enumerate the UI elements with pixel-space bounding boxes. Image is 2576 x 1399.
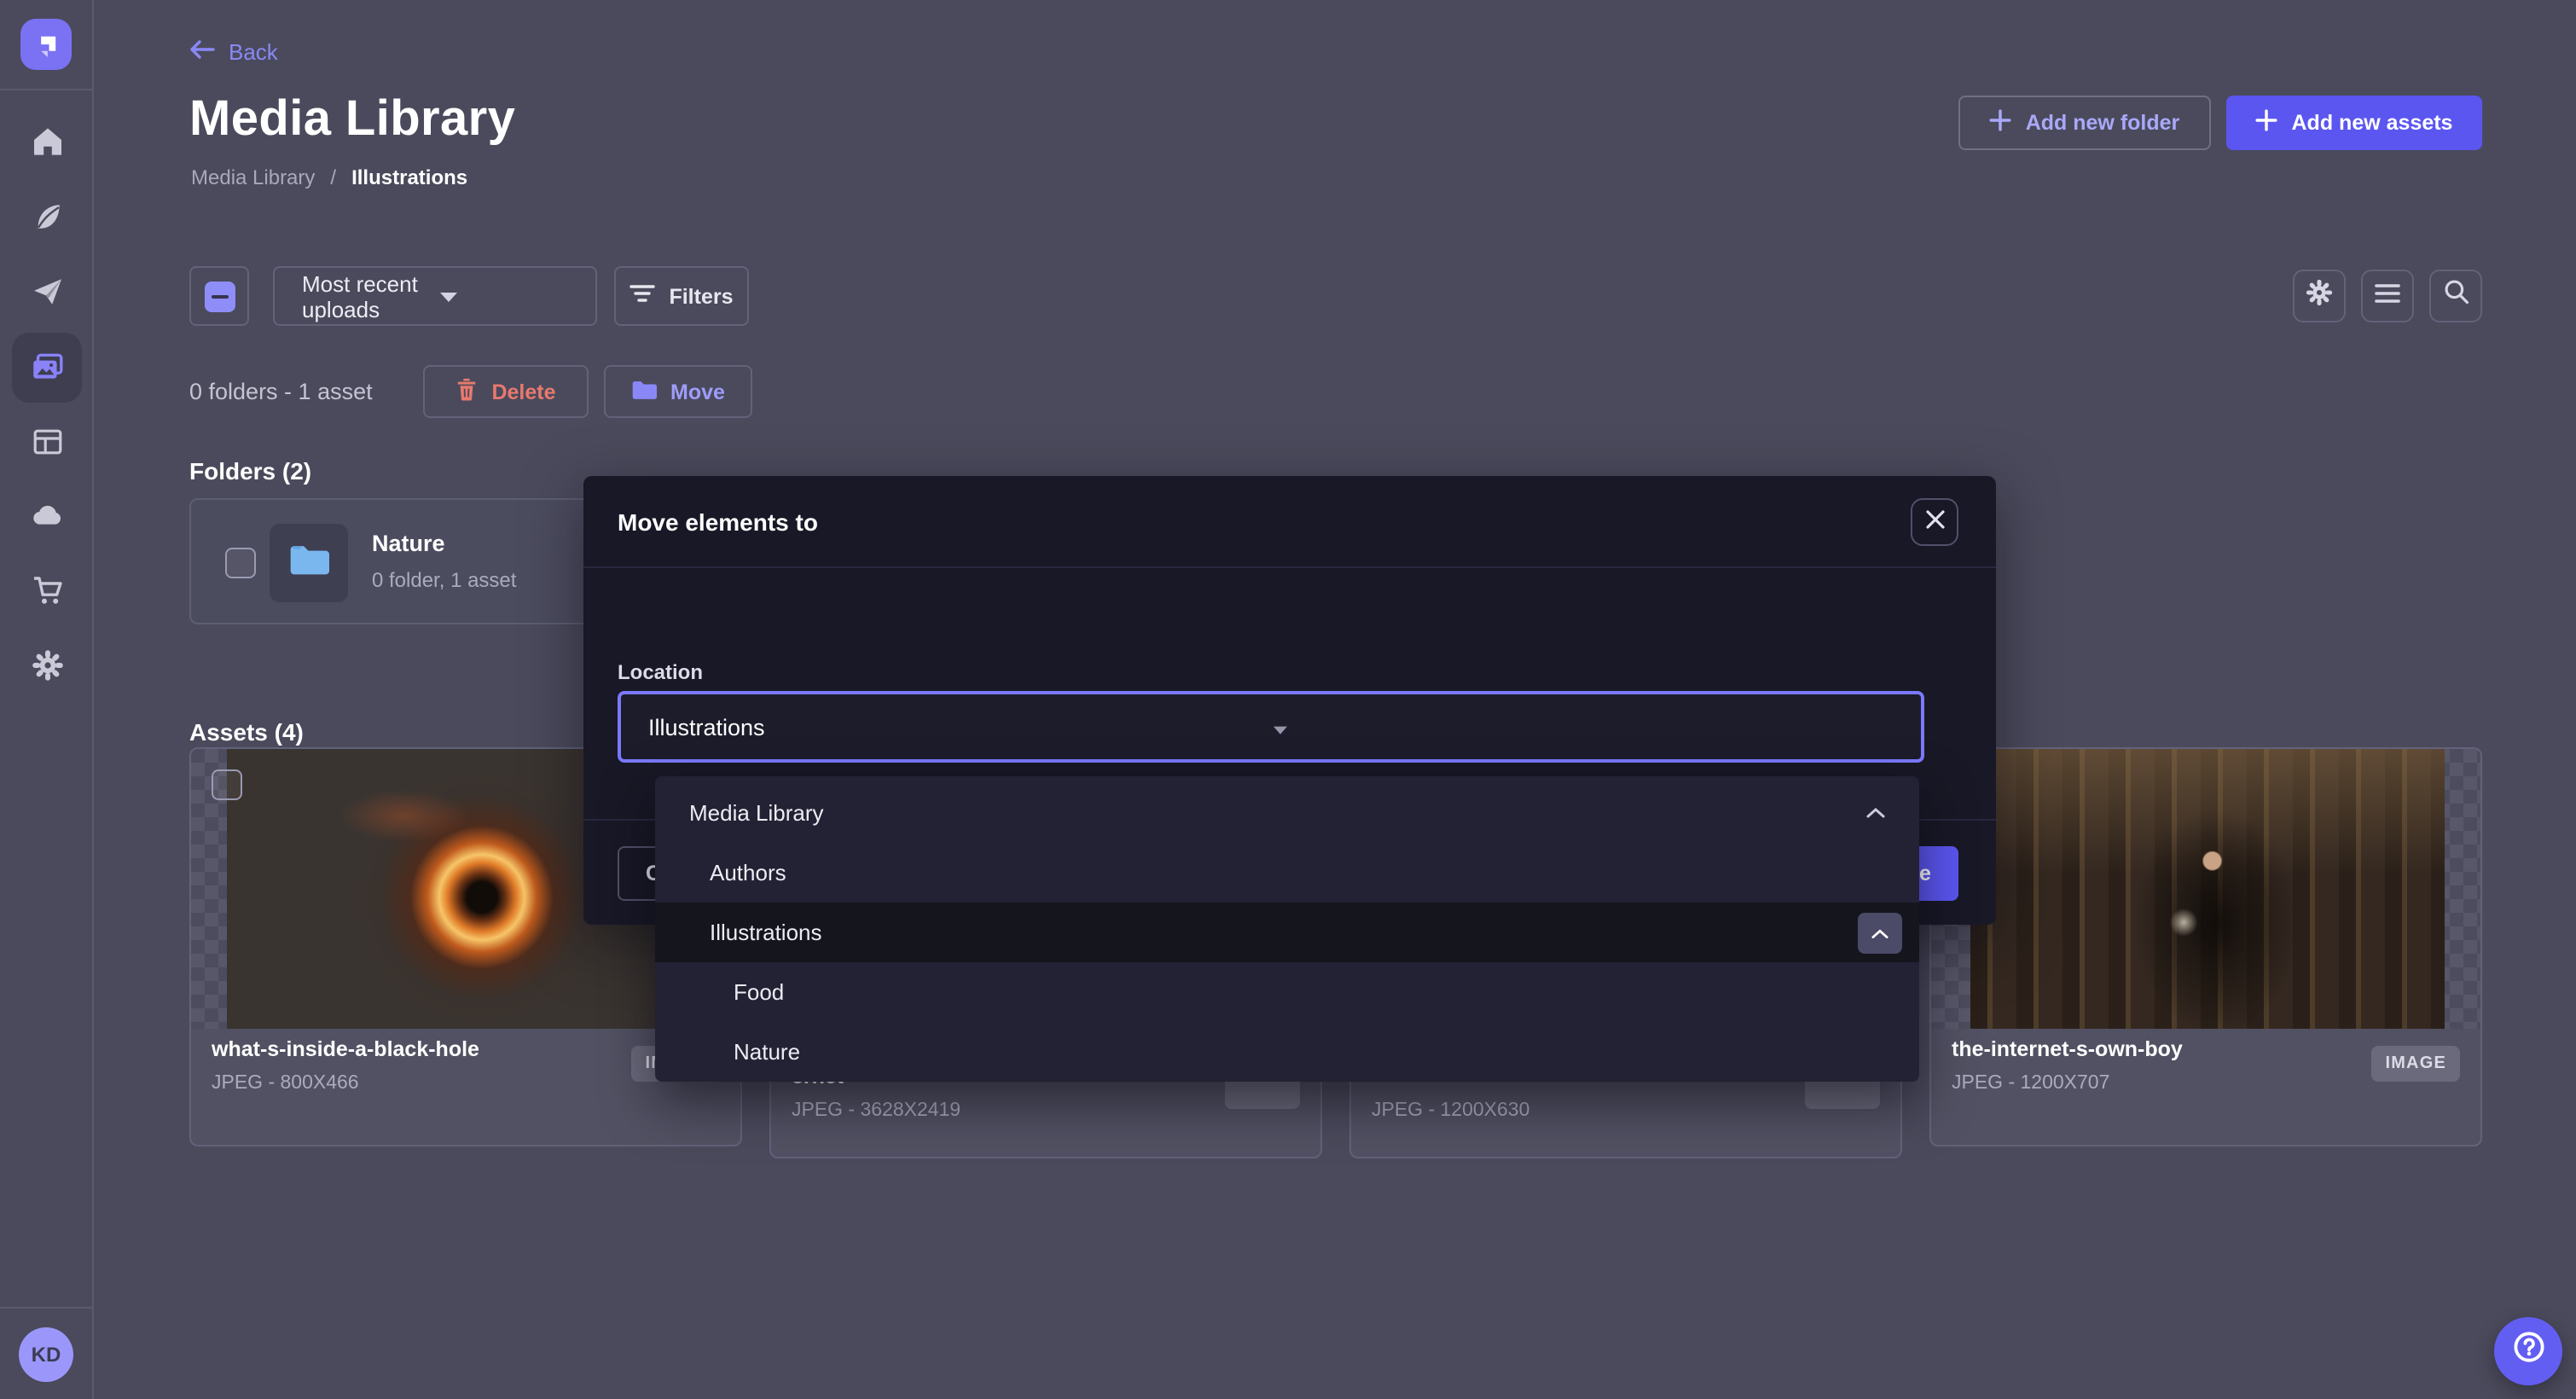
back-link[interactable]: Back — [189, 39, 278, 65]
feather-icon — [30, 200, 64, 234]
location-value: Illustrations — [648, 714, 1273, 740]
asset-meta: JPEG - 800X466 — [212, 1073, 359, 1094]
sidebar-item-content[interactable] — [0, 183, 94, 251]
layout-icon — [30, 425, 64, 459]
media-library-app: KD Back Media Library Media Library / Il… — [0, 0, 2576, 1399]
sidebar: KD — [0, 0, 94, 1399]
move-button[interactable]: Move — [604, 365, 752, 418]
avatar[interactable]: KD — [19, 1327, 73, 1382]
list-view-button[interactable] — [2361, 270, 2414, 322]
indeterminate-checkbox-icon — [204, 281, 235, 311]
location-label: Location — [618, 660, 703, 684]
close-icon — [1925, 507, 1944, 537]
add-new-folder-button[interactable]: Add new folder — [1958, 96, 2211, 150]
plus-icon — [1990, 109, 2012, 136]
back-arrow-icon — [189, 39, 215, 65]
add-new-assets-button[interactable]: Add new assets — [2226, 96, 2482, 150]
chevron-up-icon[interactable] — [1866, 807, 1885, 819]
asset-checkbox[interactable] — [212, 769, 242, 800]
asset-meta: JPEG - 3628X2419 — [792, 1100, 960, 1121]
search-button[interactable] — [2429, 270, 2482, 322]
assets-heading: Assets (4) — [189, 718, 304, 746]
folder-subtitle: 0 folder, 1 asset — [372, 568, 516, 592]
home-icon — [30, 125, 64, 159]
asset-title: the-internet-s-own-boy — [1952, 1037, 2183, 1061]
sidebar-item-content-type-builder[interactable] — [0, 408, 94, 476]
asset-meta: JPEG - 1200X707 — [1952, 1073, 2109, 1094]
sort-value: Most recent uploads — [302, 270, 438, 322]
dropdown-option-media-library[interactable]: Media Library — [655, 783, 1919, 843]
close-modal-button[interactable] — [1911, 498, 1958, 546]
chevron-up-icon — [1871, 920, 1888, 945]
filter-icon — [629, 283, 655, 309]
breadcrumb-current: Illustrations — [351, 165, 467, 189]
asset-title: what-s-inside-a-black-hole — [212, 1037, 479, 1061]
media-library-icon — [29, 349, 65, 385]
sidebar-item-home[interactable] — [0, 107, 94, 176]
settings-icon — [2305, 277, 2334, 315]
asset-thumbnail — [1931, 749, 2480, 1029]
breadcrumb-parent[interactable]: Media Library — [191, 165, 315, 189]
dropdown-option-authors[interactable]: Authors — [655, 843, 1919, 903]
library-photo-image — [1970, 749, 2445, 1029]
delete-button[interactable]: Delete — [423, 365, 589, 418]
caret-down-icon — [1273, 714, 1897, 740]
settings-button[interactable] — [2293, 270, 2346, 322]
asset-card[interactable]: the-internet-s-own-boy JPEG - 1200X707 I… — [1929, 747, 2482, 1146]
folder-thumbnail — [270, 524, 348, 602]
page-title: Media Library — [189, 92, 515, 148]
sort-select[interactable]: Most recent uploads — [273, 266, 597, 326]
help-button[interactable] — [2494, 1317, 2562, 1385]
list-view-icon — [2375, 281, 2400, 311]
folder-checkbox[interactable] — [225, 548, 256, 578]
modal-title: Move elements to — [618, 508, 818, 535]
gear-icon — [30, 648, 64, 682]
search-icon — [2442, 278, 2469, 314]
sidebar-item-media-library[interactable] — [0, 333, 94, 401]
dropdown-option-nature[interactable]: Nature — [655, 1022, 1919, 1082]
folder-icon — [288, 542, 329, 584]
folders-heading: Folders (2) — [189, 457, 311, 485]
logo-section — [0, 0, 94, 90]
back-label: Back — [229, 39, 278, 65]
paper-plane-icon — [30, 275, 64, 309]
dropdown-option-food[interactable]: Food — [655, 962, 1919, 1022]
sidebar-footer: KD — [0, 1307, 94, 1399]
breadcrumb: Media Library / Illustrations — [191, 165, 467, 189]
location-dropdown: Media Library Authors Illustrations Food… — [655, 776, 1919, 1082]
filters-button[interactable]: Filters — [614, 266, 749, 326]
sidebar-item-settings[interactable] — [0, 631, 94, 700]
sidebar-item-releases[interactable] — [0, 258, 94, 326]
folder-title: Nature — [372, 531, 445, 556]
modal-header: Move elements to — [583, 476, 1996, 568]
strapi-logo-icon[interactable] — [20, 19, 72, 70]
collapse-children-button[interactable] — [1858, 912, 1902, 953]
caret-down-icon — [438, 283, 575, 309]
trash-icon — [455, 377, 478, 406]
asset-type-badge: IMAGE — [2371, 1046, 2460, 1082]
asset-meta: JPEG - 1200X630 — [1372, 1100, 1529, 1121]
location-combobox[interactable]: Illustrations — [618, 691, 1924, 763]
cart-icon — [30, 573, 64, 607]
plus-icon — [2256, 109, 2278, 136]
breadcrumb-separator: / — [330, 165, 336, 189]
select-all-checkbox[interactable] — [189, 266, 249, 326]
cloud-icon — [29, 497, 65, 533]
dropdown-option-illustrations[interactable]: Illustrations — [655, 903, 1919, 962]
selection-count: 0 folders - 1 asset — [189, 379, 373, 404]
folder-icon — [631, 378, 657, 405]
sidebar-item-marketplace[interactable] — [0, 556, 94, 624]
help-icon — [2510, 1329, 2546, 1373]
sidebar-item-deploy[interactable] — [0, 481, 94, 549]
